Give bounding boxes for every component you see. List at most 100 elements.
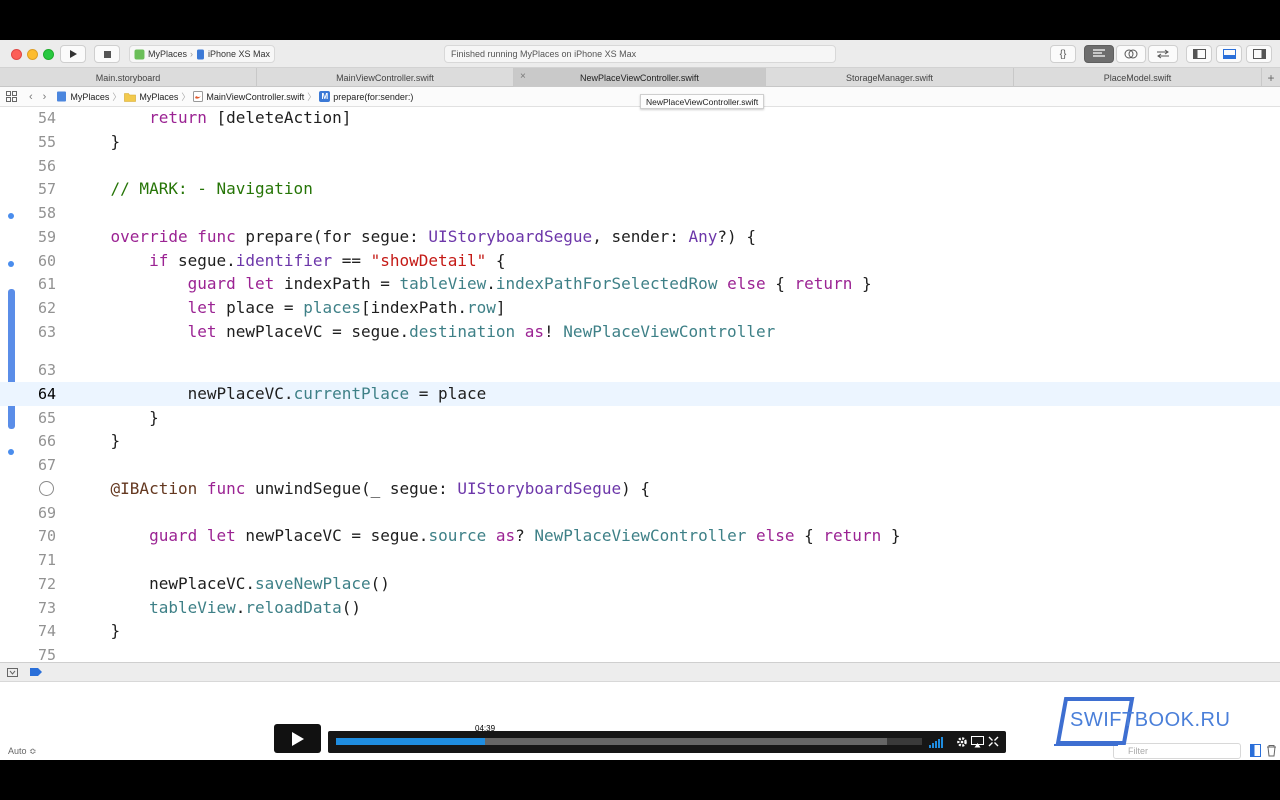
airplay-icon[interactable] — [970, 734, 985, 749]
volume-control[interactable] — [929, 736, 943, 748]
line-number: 74 — [37, 622, 56, 640]
inspector-toggle-button[interactable] — [1246, 45, 1272, 63]
line-number: 60 — [37, 252, 56, 270]
folder-icon — [124, 92, 137, 102]
settings-gear-icon[interactable] — [954, 734, 969, 749]
xcode-window: MyPlaces › iPhone XS Max Finished runnin… — [0, 40, 1280, 760]
navigator-toggle-button[interactable] — [1186, 45, 1212, 63]
line-number: 55 — [37, 133, 56, 151]
breadcrumb-group[interactable]: MyPlaces — [124, 92, 178, 102]
scheme-selector[interactable]: MyPlaces › iPhone XS Max — [129, 45, 275, 63]
code-line[interactable]: 57 // MARK: - Navigation — [0, 177, 1280, 201]
code-line[interactable]: 65 } — [0, 406, 1280, 430]
breadcrumb-file[interactable]: MainViewController.swift — [193, 91, 304, 102]
window-close-button[interactable] — [11, 49, 22, 60]
code-line[interactable]: 75 — [0, 643, 1280, 663]
code-line[interactable]: 71 — [0, 548, 1280, 572]
code-line[interactable]: 61 guard let indexPath = tableView.index… — [0, 272, 1280, 296]
scheme-chevron-icon: › — [189, 49, 193, 59]
code-text: // MARK: - Navigation — [72, 179, 313, 198]
split-view-icon[interactable] — [1250, 744, 1261, 757]
code-line[interactable]: 58 — [0, 201, 1280, 225]
code-line[interactable]: 69 — [0, 501, 1280, 525]
scheme-device-label: iPhone XS Max — [207, 49, 270, 59]
code-line[interactable]: 62 let place = places[indexPath.row] — [0, 296, 1280, 320]
swift-file-icon — [193, 91, 204, 102]
variables-scope-select[interactable]: Auto ≎ — [8, 746, 37, 757]
breadcrumb-project[interactable]: MyPlaces — [56, 91, 109, 102]
code-line[interactable]: 74 } — [0, 619, 1280, 643]
fullscreen-icon[interactable] — [986, 734, 1001, 749]
tab-tooltip: NewPlaceViewController.swift — [640, 94, 765, 109]
code-text: newPlaceVC.saveNewPlace() — [72, 574, 390, 593]
stop-button[interactable] — [94, 45, 120, 63]
scheme-app-label: MyPlaces — [147, 49, 187, 59]
code-line[interactable]: 70 guard let newPlaceVC = segue.source a… — [0, 524, 1280, 548]
forward-arrow-icon[interactable]: › — [43, 91, 47, 103]
library-button[interactable]: {} — [1050, 45, 1076, 63]
logo-text: SWIFTBOOK.RU — [1070, 709, 1231, 731]
outlet-connection-icon[interactable] — [39, 481, 54, 496]
current-code-line[interactable]: 64 newPlaceVC.currentPlace = place — [0, 382, 1280, 406]
code-line[interactable]: 73 tableView.reloadData() — [0, 596, 1280, 620]
line-number: 66 — [37, 432, 56, 450]
code-text: guard let newPlaceVC = segue.source as? … — [149, 526, 901, 545]
code-line[interactable]: 66 } — [0, 429, 1280, 453]
tab-main-view-controller[interactable]: MainViewController.swift — [257, 68, 514, 87]
line-number: 71 — [37, 551, 56, 569]
line-number: 72 — [37, 575, 56, 593]
window-zoom-button[interactable] — [43, 49, 54, 60]
line-number: 63 — [37, 323, 56, 341]
code-line[interactable]: 54 return [deleteAction] — [0, 107, 1280, 130]
braces-icon: {} — [1059, 48, 1067, 60]
code-text: @IBAction func unwindSegue(_ segue: UISt… — [110, 479, 650, 498]
tab-place-model[interactable]: PlaceModel.swift — [1014, 68, 1262, 87]
tab-tooltip-text: NewPlaceViewController.swift — [646, 96, 759, 107]
breakpoints-toggle-icon[interactable] — [30, 668, 42, 676]
trash-icon[interactable] — [1266, 744, 1277, 757]
back-arrow-icon[interactable]: ‹ — [29, 91, 33, 103]
breadcrumb-file-label: MainViewController.swift — [206, 91, 305, 102]
code-line[interactable]: 67 — [0, 453, 1280, 477]
tab-label: StorageManager.swift — [845, 72, 934, 83]
chevron-right-icon: 〉 — [112, 92, 122, 102]
video-progress-bar[interactable] — [336, 738, 922, 745]
assistant-editor-button[interactable] — [1116, 45, 1146, 63]
code-line[interactable]: 63 let newPlaceVC = segue.destination as… — [0, 320, 1280, 344]
video-play-button[interactable] — [274, 724, 321, 753]
video-controls — [328, 731, 1006, 753]
tab-new-place-view-controller[interactable]: × NewPlaceViewController.swift — [514, 68, 766, 87]
tab-main-storyboard[interactable]: Main.storyboard — [0, 68, 257, 87]
hide-debug-area-icon[interactable] — [7, 668, 18, 677]
line-number: 61 — [37, 275, 56, 293]
arrows-icon — [1157, 49, 1169, 59]
version-editor-button[interactable] — [1148, 45, 1178, 63]
code-text: return [deleteAction] — [149, 108, 352, 127]
source-editor[interactable]: 54 return [deleteAction] 55 } 56 57 // M… — [0, 107, 1280, 663]
tab-storage-manager[interactable]: StorageManager.swift — [766, 68, 1014, 87]
code-line[interactable]: 55 } — [0, 130, 1280, 154]
new-tab-button[interactable]: + — [1262, 68, 1280, 87]
play-icon — [70, 50, 77, 58]
debug-toggle-button[interactable] — [1216, 45, 1242, 63]
related-items-icon[interactable] — [6, 91, 17, 102]
code-line[interactable]: 72 newPlaceVC.saveNewPlace() — [0, 572, 1280, 596]
code-line[interactable]: 56 — [0, 154, 1280, 178]
chevron-right-icon: 〉 — [307, 92, 317, 102]
line-number: 57 — [37, 180, 56, 198]
chevron-right-icon: 〉 — [181, 92, 191, 102]
code-line[interactable]: 60 if segue.identifier == "showDetail" { — [0, 249, 1280, 273]
code-text: } — [72, 431, 121, 450]
breadcrumb-method[interactable]: M prepare(for:sender:) — [319, 91, 413, 102]
lines-icon — [1093, 49, 1105, 57]
code-line[interactable]: @IBAction func unwindSegue(_ segue: UISt… — [0, 477, 1280, 501]
window-minimize-button[interactable] — [27, 49, 38, 60]
run-button[interactable] — [60, 45, 86, 63]
code-text: let newPlaceVC = segue.destination as! N… — [187, 322, 776, 341]
tab-close-icon[interactable]: × — [520, 71, 526, 82]
swiftbook-logo: SWIFTBOOK.RU — [1052, 697, 1230, 747]
code-line[interactable]: 59 override func prepare(for segue: UISt… — [0, 225, 1280, 249]
video-progress-fill — [336, 738, 485, 745]
standard-editor-button[interactable] — [1084, 45, 1114, 63]
code-text: if segue.identifier == "showDetail" { — [149, 251, 506, 270]
